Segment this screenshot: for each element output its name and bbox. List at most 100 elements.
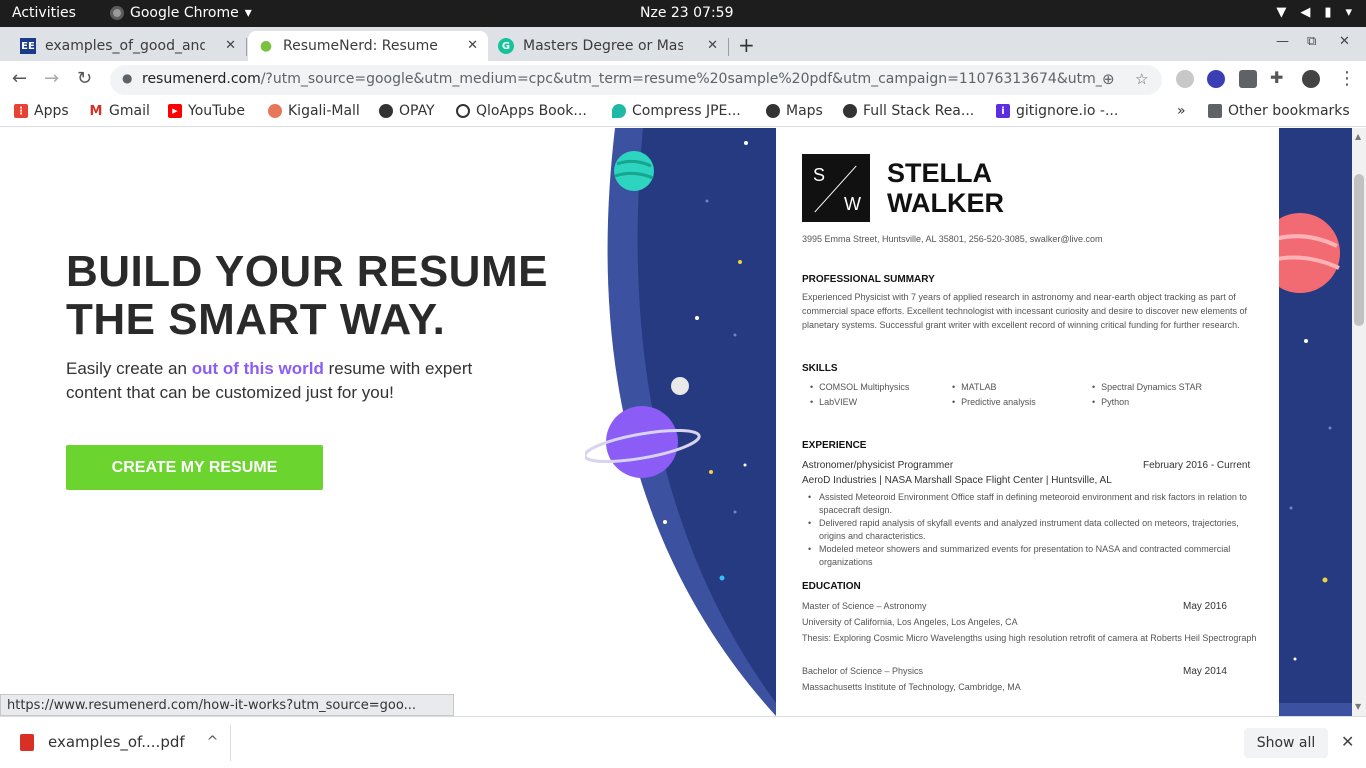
- edu-date: May 2014: [1183, 666, 1227, 677]
- chrome-icon: [110, 6, 124, 20]
- bookmark-compress-jpeg[interactable]: Compress JPE...: [612, 103, 741, 119]
- folder-icon: [1208, 104, 1222, 118]
- bookmark-youtube[interactable]: ▶ YouTube: [168, 103, 245, 119]
- tab-divider: [728, 38, 729, 56]
- apps-grid-icon: ⋮: [14, 104, 28, 118]
- bookmark-label: gitignore.io -...: [1016, 103, 1119, 119]
- close-tab-icon[interactable]: ✕: [225, 38, 236, 53]
- close-tab-icon[interactable]: ✕: [467, 38, 478, 53]
- wifi-icon: ▼: [1276, 5, 1287, 20]
- monogram-w: W: [844, 194, 861, 214]
- create-my-resume-button[interactable]: CREATE MY RESUME: [66, 445, 323, 490]
- download-divider: [230, 725, 231, 761]
- url-path: /?utm_source=google&utm_medium=cpc&utm_t…: [260, 71, 1102, 87]
- extension-puzzle-gray-icon[interactable]: [1176, 70, 1194, 88]
- ee-favicon-icon: EE: [20, 38, 36, 54]
- restore-button[interactable]: ⧉: [1307, 34, 1316, 49]
- system-tray[interactable]: ▼ ◀ ▮ ▾: [1276, 5, 1352, 20]
- resume-preview: S W STELLA WALKER 3995 Emma Street, Hunt…: [776, 128, 1279, 716]
- edu-school: University of California, Los Angeles, L…: [802, 617, 1018, 627]
- tab-examples-pdf[interactable]: EE examples_of_good_and_b ✕: [10, 31, 246, 61]
- resume-first-name: STELLA: [887, 158, 992, 188]
- bookmark-qloapps[interactable]: QloApps Book...: [456, 103, 587, 119]
- job-bullet: Assisted Meteoroid Environment Office st…: [808, 491, 1264, 516]
- other-bookmarks[interactable]: Other bookmarks: [1208, 103, 1350, 119]
- skill-item: Spectral Dynamics STAR: [1092, 382, 1202, 392]
- new-tab-button[interactable]: +: [738, 33, 755, 57]
- browser-toolbar: ← → ↻ ● resumenerd.com/?utm_source=googl…: [0, 61, 1366, 97]
- battery-icon: ▮: [1324, 5, 1332, 20]
- edu-degree: Bachelor of Science – Physics: [802, 666, 924, 676]
- scroll-up-icon[interactable]: ▲: [1355, 132, 1361, 141]
- scroll-down-icon[interactable]: ▼: [1355, 702, 1361, 711]
- bookmark-kigali-mall[interactable]: Kigali-Mall: [268, 103, 360, 119]
- hero-title-line2: THE SMART WAY.: [66, 295, 446, 344]
- hero-title-line1: BUILD YOUR RESUME: [66, 247, 548, 296]
- status-url: https://www.resumenerd.com/how-it-works?…: [0, 694, 454, 716]
- monogram-s: S: [813, 165, 826, 185]
- bookmark-maps[interactable]: Maps: [766, 103, 823, 119]
- bookmark-opay[interactable]: OPAY: [379, 103, 435, 119]
- job-bullet: Modeled meteor showers and summarized ev…: [808, 543, 1264, 568]
- page-scrollbar[interactable]: ▲ ▼: [1352, 128, 1366, 716]
- close-window-button[interactable]: ✕: [1339, 34, 1350, 49]
- resume-summary-heading: PROFESSIONAL SUMMARY: [802, 274, 935, 285]
- bookmark-apps[interactable]: ⋮ Apps: [14, 103, 69, 119]
- globe-icon: [843, 104, 857, 118]
- globe-icon: [379, 104, 393, 118]
- scrollbar-thumb[interactable]: [1354, 174, 1364, 326]
- activities-button[interactable]: Activities: [12, 5, 76, 21]
- bookmark-label: OPAY: [399, 103, 435, 119]
- extension-blue-icon[interactable]: [1207, 70, 1225, 88]
- edu-school: Massachusetts Institute of Technology, C…: [802, 682, 1021, 692]
- extensions-puzzle-icon[interactable]: ✚: [1270, 68, 1283, 87]
- profile-avatar[interactable]: [1302, 70, 1320, 88]
- job-bullet: Delivered rapid analysis of skyfall even…: [808, 517, 1264, 542]
- chrome-menu-icon[interactable]: ⋮: [1338, 68, 1356, 89]
- page-viewport: BUILD YOUR RESUME THE SMART WAY. Easily …: [0, 128, 1352, 716]
- tab-masters-degree[interactable]: G Masters Degree or Master ✕: [488, 31, 728, 61]
- edu-thesis: Thesis: Exploring Cosmic Micro Wavelengt…: [802, 633, 1257, 643]
- job-title: Astronomer/physicist Programmer: [802, 460, 954, 471]
- app-menu[interactable]: Google Chrome ▾: [110, 5, 252, 21]
- install-app-icon[interactable]: ⊕: [1102, 70, 1115, 88]
- bookmark-full-stack[interactable]: Full Stack Rea...: [843, 103, 974, 119]
- bookmark-gmail[interactable]: M Gmail: [89, 103, 150, 119]
- show-all-button[interactable]: Show all: [1244, 728, 1328, 758]
- hero-sub-text: Easily create an: [66, 359, 192, 378]
- bookmark-label: Kigali-Mall: [288, 103, 360, 119]
- kigali-mall-icon: [268, 104, 282, 118]
- back-button[interactable]: ←: [12, 68, 27, 89]
- bookmarks-overflow-button[interactable]: »: [1177, 103, 1186, 119]
- bookmark-label: Gmail: [109, 103, 150, 119]
- bookmark-star-icon[interactable]: ☆: [1135, 70, 1148, 88]
- tab-title: Masters Degree or Master: [523, 38, 683, 54]
- pdf-file-icon: [20, 733, 34, 751]
- bookmark-gitignore[interactable]: i gitignore.io -...: [996, 103, 1118, 119]
- resume-skills-heading: SKILLS: [802, 363, 838, 374]
- tab-title: ResumeNerd: Resume Buil: [283, 38, 443, 54]
- tab-strip: EE examples_of_good_and_b ✕ ● ResumeNerd…: [0, 27, 1366, 61]
- other-bookmarks-label: Other bookmarks: [1228, 103, 1350, 119]
- close-downloads-icon[interactable]: ✕: [1341, 732, 1354, 751]
- forward-button[interactable]: →: [44, 68, 59, 89]
- close-tab-icon[interactable]: ✕: [707, 38, 718, 53]
- tab-resumenerd[interactable]: ● ResumeNerd: Resume Buil ✕: [248, 31, 488, 61]
- teal-planet-icon: [614, 151, 654, 191]
- bookmark-label: Apps: [34, 103, 69, 119]
- downloads-bar: examples_of....pdf ^ Show all ✕: [0, 716, 1366, 768]
- download-extension-icon[interactable]: [1239, 70, 1257, 88]
- chevron-up-icon[interactable]: ^: [207, 734, 219, 750]
- clock[interactable]: Nze 23 07:59: [640, 5, 734, 21]
- resume-last-name: WALKER: [887, 188, 1004, 218]
- hero-subtitle: Easily create an out of this world resum…: [66, 357, 486, 405]
- reload-button[interactable]: ↻: [77, 68, 92, 89]
- grammarly-favicon-icon: G: [498, 38, 514, 54]
- minimize-button[interactable]: —: [1276, 34, 1289, 49]
- download-item[interactable]: examples_of....pdf ^: [20, 733, 218, 751]
- tab-divider: [246, 38, 247, 56]
- skill-item: Predictive analysis: [952, 397, 1036, 407]
- skill-item: COMSOL Multiphysics: [810, 382, 909, 392]
- url-text[interactable]: resumenerd.com/?utm_source=google&utm_me…: [142, 71, 1102, 87]
- address-bar[interactable]: ● resumenerd.com/?utm_source=google&utm_…: [110, 65, 1162, 95]
